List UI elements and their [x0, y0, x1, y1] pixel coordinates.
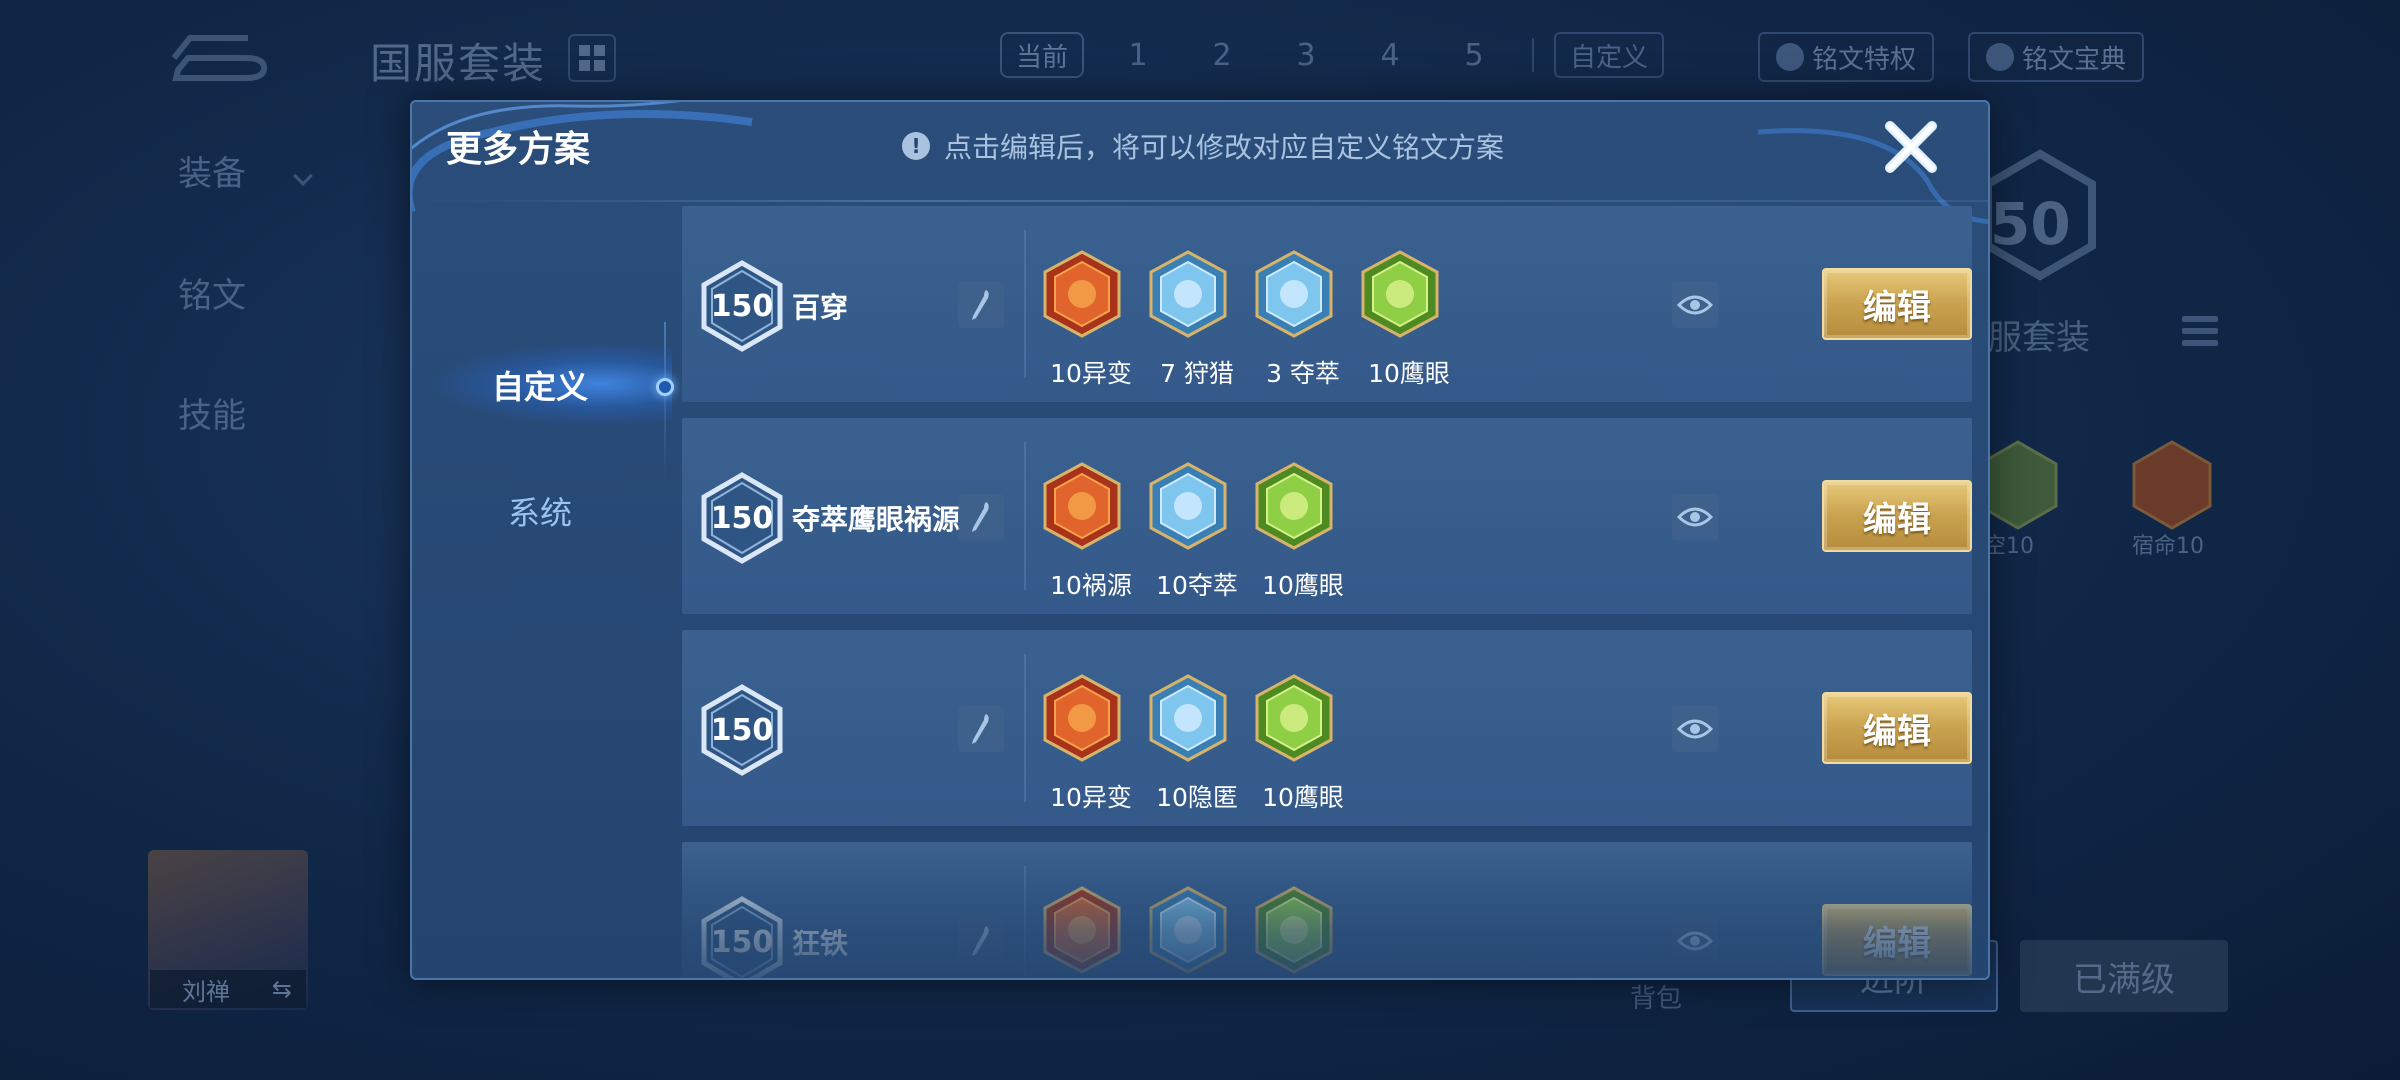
page-current-tab[interactable]: 当前 [1000, 32, 1084, 78]
edit-button[interactable]: 编辑 [1822, 480, 1972, 552]
gem-label: 7 狩猎 [1160, 359, 1234, 388]
privilege-label: 铭文特权 [1812, 44, 1917, 75]
gem-green-icon [1361, 250, 1439, 338]
gem-red-icon [1043, 462, 1121, 550]
plan-name: 百穿 [792, 291, 849, 324]
privilege-button[interactable]: 铭文特权 [1758, 32, 1935, 82]
level-badge: 150 [700, 260, 784, 352]
page-tab-2[interactable]: 2 [1192, 38, 1252, 73]
hero-switch[interactable]: 刘禅 ⇆ [150, 970, 306, 1008]
gem-labels: 10祸源 10夺萃 10鹰眼 [1038, 566, 1356, 602]
gem-label: 10异变 [1050, 783, 1132, 812]
gem-list [1042, 250, 1440, 338]
nav-item-inscription[interactable]: 铭文 [178, 268, 246, 317]
level-badge: 150 [700, 684, 784, 776]
gem-blue-icon [1255, 250, 1333, 338]
plan-name: 夺萃鹰眼祸源 [792, 503, 961, 536]
grid-icon[interactable] [568, 34, 616, 82]
gem-red-icon [1043, 674, 1121, 762]
level-number: 150 [710, 288, 774, 324]
max-level-button: 已满级 [2020, 940, 2228, 1012]
gem-label: 10异变 [1050, 359, 1132, 388]
codex-label: 铭文宝典 [2022, 44, 2127, 75]
gem-label: 3 夺萃 [1266, 359, 1340, 388]
more-plans-dialog: 更多方案 ! 点击编辑后，将可以修改对应自定义铭文方案 自定义 系统 150 百… [410, 100, 1990, 980]
list-fade-overlay [682, 846, 1972, 978]
page-tab-5[interactable]: 5 [1444, 38, 1504, 73]
swap-icon: ⇆ [271, 975, 292, 1003]
codex-icon [1986, 43, 2014, 71]
divider [1024, 654, 1026, 802]
info-icon: ! [902, 132, 930, 160]
plan-row[interactable]: 150 夺萃鹰眼祸源 10祸源 10夺萃 10鹰眼 编辑 [682, 418, 1972, 614]
gem-labels: 10异变 7 狩猎 3 夺萃 10鹰眼 [1038, 354, 1462, 390]
level-badge: 150 [700, 472, 784, 564]
edit-button[interactable]: 编辑 [1822, 692, 1972, 764]
page-selector: 当前 1 2 3 4 5 自定义 [1000, 32, 1664, 78]
nav-label-equipment: 装备 [178, 154, 246, 194]
divider [1532, 38, 1534, 72]
gem-green-icon [1255, 462, 1333, 550]
gem-green-icon [1255, 674, 1333, 762]
hero-name: 刘禅 [182, 977, 230, 1006]
divider [1024, 442, 1026, 590]
level-number: 150 [710, 712, 774, 748]
plan-row[interactable]: 150 10异变 10隐匿 10鹰眼 编辑 [682, 630, 1972, 826]
plan-list[interactable]: 150 百穿 10异变 7 狩猎 3 夺萃 10鹰眼 编辑 150 夺萃鹰眼祸源… [682, 206, 1972, 978]
hint-text: 点击编辑后，将可以修改对应自定义铭文方案 [944, 131, 1505, 164]
gem-label: 10隐匿 [1156, 783, 1238, 812]
page-title: 国服套装 [370, 39, 547, 88]
plan-row[interactable]: 150 百穿 10异变 7 狩猎 3 夺萃 10鹰眼 编辑 [682, 206, 1972, 402]
gem-label: 10鹰眼 [1262, 783, 1344, 812]
rename-pen-icon[interactable] [958, 282, 1004, 328]
gem-label: 10祸源 [1050, 571, 1132, 600]
gem-label: 宿命10 [2132, 534, 2204, 559]
preview-eye-icon[interactable] [1672, 282, 1718, 328]
preview-eye-icon[interactable] [1672, 494, 1718, 540]
eye-icon [1677, 719, 1713, 739]
gem-red-icon [1043, 250, 1121, 338]
gem-label: 10鹰眼 [1368, 359, 1450, 388]
rename-pen-icon[interactable] [958, 706, 1004, 752]
eye-icon [1677, 507, 1713, 527]
tab-system[interactable]: 系统 [412, 488, 668, 534]
level-number: 150 [710, 500, 774, 536]
gem-blue-icon [1149, 250, 1227, 338]
preview-eye-icon[interactable] [1672, 706, 1718, 752]
eye-icon [1677, 295, 1713, 315]
dialog-sidebar: 自定义 系统 [412, 202, 674, 978]
close-icon[interactable] [1880, 116, 1942, 178]
gem-label: 10夺萃 [1156, 571, 1238, 600]
page-tab-1[interactable]: 1 [1108, 38, 1168, 73]
gem-label: 空10 [1984, 534, 2034, 559]
dialog-hint: ! 点击编辑后，将可以修改对应自定义铭文方案 [902, 126, 1504, 166]
suit-label: 服套装 [1988, 318, 2090, 358]
level-badge-number: 50 [1990, 190, 2071, 258]
page-tab-4[interactable]: 4 [1360, 38, 1420, 73]
rename-pen-icon[interactable] [958, 494, 1004, 540]
chevron-down-icon [293, 165, 313, 186]
gem-list [1042, 462, 1334, 550]
bag-label: 背包 [1630, 984, 1683, 1014]
gem-red-icon [2132, 440, 2212, 530]
gem-blue-icon [1149, 674, 1227, 762]
gem-labels: 10异变 10隐匿 10鹰眼 [1038, 778, 1356, 814]
divider [1024, 230, 1026, 378]
tab-custom[interactable]: 自定义 [412, 362, 668, 408]
edit-button[interactable]: 编辑 [1822, 268, 1972, 340]
back-arrow-icon[interactable] [168, 28, 272, 82]
gem-list [1042, 674, 1334, 762]
codex-button[interactable]: 铭文宝典 [1968, 32, 2145, 82]
active-dot-icon [656, 378, 674, 396]
dialog-title: 更多方案 [446, 129, 591, 170]
list-menu-icon[interactable] [2182, 316, 2218, 366]
page-custom-tab[interactable]: 自定义 [1554, 32, 1664, 78]
page-tab-3[interactable]: 3 [1276, 38, 1336, 73]
book-icon [1776, 43, 1804, 71]
nav-item-equipment[interactable]: 装备 [178, 146, 313, 195]
nav-item-skills[interactable]: 技能 [178, 388, 246, 437]
gem-blue-icon [1149, 462, 1227, 550]
gem-label: 10鹰眼 [1262, 571, 1344, 600]
